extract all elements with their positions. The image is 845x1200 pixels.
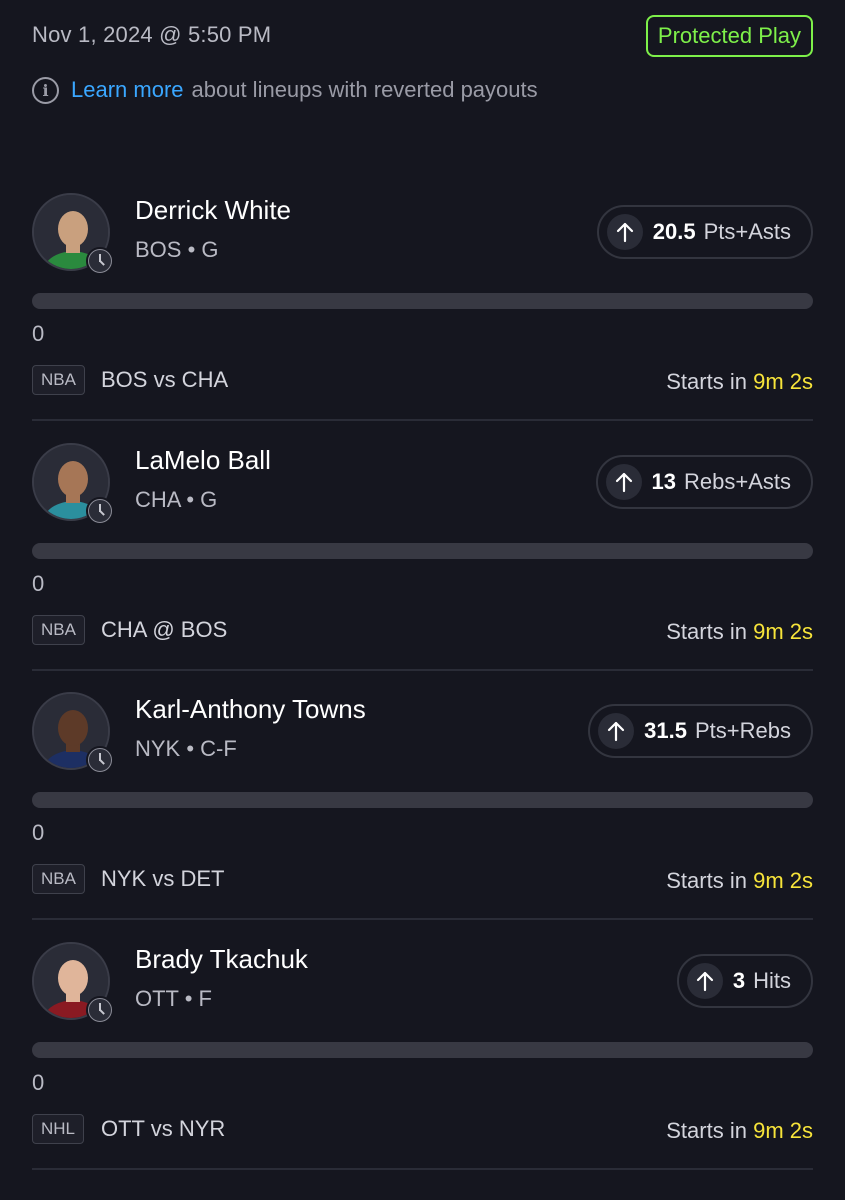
progress-value: 0 xyxy=(32,571,45,596)
player-name: LaMelo Ball xyxy=(135,445,271,475)
progress-bar xyxy=(32,543,813,559)
countdown-time: 9m 2s xyxy=(753,1118,813,1143)
game-start-countdown: Starts in 9m 2s xyxy=(666,868,813,894)
info-text: about lineups with reverted payouts xyxy=(191,77,538,102)
stat-type: Pts+Asts xyxy=(703,219,791,244)
stat-type: Hits xyxy=(753,968,791,993)
player-avatar-wrap xyxy=(32,193,114,275)
stat-value: 13 xyxy=(651,469,676,494)
countdown-time: 9m 2s xyxy=(753,369,813,394)
player-team-position: BOS • G xyxy=(135,237,219,262)
league-badge: NBA xyxy=(32,365,85,395)
pick-card-2[interactable]: LaMelo Ball CHA • G 13 Rebs+Asts 0 NBA C… xyxy=(32,421,813,671)
info-row: i Learn more about lineups with reverted… xyxy=(32,74,538,106)
lineup-date: Nov 1, 2024 @ 5:50 PM xyxy=(32,22,272,47)
progress-value: 0 xyxy=(32,820,45,845)
starts-label: Starts in xyxy=(666,1118,747,1143)
arrow-up-icon xyxy=(686,963,723,999)
stat-line-pill[interactable]: 20.5 Pts+Asts xyxy=(596,205,813,259)
league-badge: NBA xyxy=(32,615,85,645)
stat-line-pill[interactable]: 3 Hits xyxy=(676,954,813,1008)
pick-card-4[interactable]: Brady Tkachuk OTT • F 3 Hits 0 NHL OTT v… xyxy=(32,920,813,1170)
protected-play-badge: Protected Play xyxy=(645,15,813,57)
player-team-position: OTT • F xyxy=(135,986,212,1011)
progress-value: 0 xyxy=(32,1070,45,1095)
countdown-time: 9m 2s xyxy=(753,868,813,893)
stat-type: Rebs+Asts xyxy=(684,469,791,494)
game-start-countdown: Starts in 9m 2s xyxy=(666,619,813,645)
progress-value: 0 xyxy=(32,321,45,346)
game-start-countdown: Starts in 9m 2s xyxy=(666,1118,813,1144)
clock-icon xyxy=(86,996,114,1024)
player-name: Karl-Anthony Towns xyxy=(135,694,366,724)
stat-line-pill[interactable]: 13 Rebs+Asts xyxy=(595,455,813,509)
stat-value: 20.5 xyxy=(652,219,696,244)
countdown-time: 9m 2s xyxy=(753,619,813,644)
stat-value: 31.5 xyxy=(644,718,687,743)
matchup: OTT vs NYR xyxy=(101,1116,226,1141)
clock-icon xyxy=(86,497,114,525)
game-start-countdown: Starts in 9m 2s xyxy=(666,369,813,395)
learn-more-link[interactable]: Learn more xyxy=(71,77,184,103)
starts-label: Starts in xyxy=(666,369,747,394)
arrow-up-icon xyxy=(605,464,642,500)
matchup: CHA @ BOS xyxy=(101,617,228,642)
matchup: BOS vs CHA xyxy=(101,367,229,392)
player-avatar-wrap xyxy=(32,692,114,774)
info-circle-icon: i xyxy=(32,76,59,104)
progress-bar xyxy=(32,792,813,808)
progress-bar xyxy=(32,293,813,309)
player-name: Derrick White xyxy=(135,195,292,225)
player-avatar-wrap xyxy=(32,942,114,1024)
clock-icon xyxy=(86,746,114,774)
player-avatar-wrap xyxy=(32,443,114,525)
starts-label: Starts in xyxy=(666,868,747,893)
arrow-up-icon xyxy=(598,713,635,749)
pick-card-1[interactable]: Derrick White BOS • G 20.5 Pts+Asts 0 NB… xyxy=(32,171,813,421)
arrow-up-icon xyxy=(606,214,643,250)
progress-bar xyxy=(32,1042,813,1058)
lineup-header: Nov 1, 2024 @ 5:50 PM Protected Play i L… xyxy=(32,0,813,120)
league-badge: NHL xyxy=(32,1114,85,1144)
pick-card-3[interactable]: Karl-Anthony Towns NYK • C-F 31.5 Pts+Re… xyxy=(32,670,813,920)
stat-value: 3 xyxy=(732,968,746,993)
player-team-position: CHA • G xyxy=(135,487,218,512)
stat-line-pill[interactable]: 31.5 Pts+Rebs xyxy=(588,704,813,758)
matchup: NYK vs DET xyxy=(101,866,225,891)
player-name: Brady Tkachuk xyxy=(135,944,308,974)
divider xyxy=(32,1168,813,1170)
player-team-position: NYK • C-F xyxy=(135,736,237,761)
starts-label: Starts in xyxy=(666,619,747,644)
clock-icon xyxy=(86,247,114,275)
league-badge: NBA xyxy=(32,864,85,894)
stat-type: Pts+Rebs xyxy=(695,718,791,743)
